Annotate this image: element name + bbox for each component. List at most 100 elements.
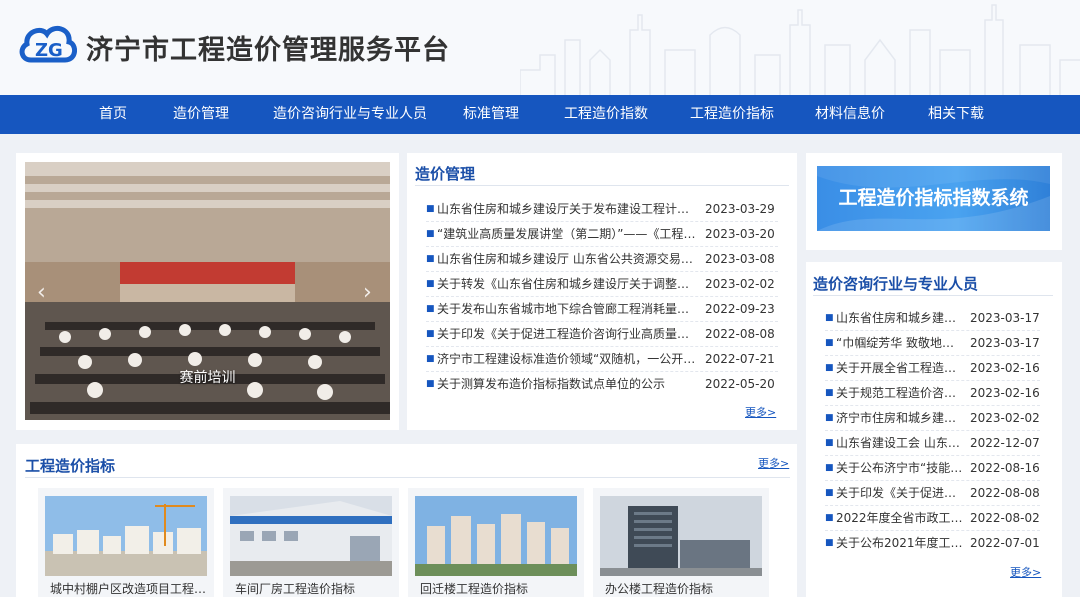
list-item[interactable]: ■ 关于印发《关于促进工... 2022-08-08 — [825, 481, 1040, 506]
bullet-icon: ■ — [825, 413, 834, 423]
divider — [426, 371, 778, 372]
list-item[interactable]: ■ 关于公布济宁市“技能状... 2022-08-16 — [825, 456, 1040, 481]
news-title[interactable]: 济宁市工程建设标准造价领域“双随机，一公开”检... — [437, 347, 699, 372]
list-item[interactable]: ■ 关于发布山东省城市地下综合管廊工程消耗量定额... 2022-09-23 — [426, 297, 778, 322]
list-item[interactable]: ■ 济宁市住房和城乡建设... 2023-02-02 — [825, 406, 1040, 431]
list-item[interactable]: ■ 关于转发《山东省住房和城乡建设厅关于调整建设... 2023-02-02 — [426, 272, 778, 297]
consulting-title[interactable]: 造价咨询行业与专业人员 — [813, 273, 978, 294]
news-title[interactable]: 关于规范工程造价咨询... — [836, 381, 964, 406]
divider — [825, 355, 1040, 356]
news-date: 2023-02-16 — [970, 361, 1040, 375]
list-item[interactable]: ■ 关于规范工程造价咨询... 2023-02-16 — [825, 381, 1040, 406]
news-date: 2023-02-02 — [705, 277, 775, 291]
list-item[interactable]: ■ 关于公布2021年度工程... 2022-07-01 — [825, 531, 1040, 556]
list-item[interactable]: ■ 关于测算发布造价指标指数试点单位的公示 2022-05-20 — [426, 372, 778, 397]
news-title[interactable]: 关于测算发布造价指标指数试点单位的公示 — [437, 372, 699, 397]
news-title[interactable]: 山东省建设工会 山东省... — [836, 431, 964, 456]
cloud-zg-logo-icon: ZG — [19, 25, 77, 63]
divider — [426, 246, 778, 247]
bullet-icon: ■ — [825, 388, 834, 398]
divider — [825, 330, 1040, 331]
nav-item-cost-management[interactable]: 造价管理 — [173, 95, 229, 134]
cost-indicators-more-link[interactable]: 更多> — [758, 455, 789, 471]
list-item[interactable]: ■ 山东省住房和城乡建设厅 山东省公共资源交易中心... 2023-03-08 — [426, 247, 778, 272]
list-item[interactable]: ■ 2022年度全省市政工程... 2022-08-02 — [825, 506, 1040, 531]
news-title[interactable]: 山东省住房和城乡建设... — [836, 306, 964, 331]
news-date: 2022-08-08 — [970, 486, 1040, 500]
bullet-icon: ■ — [426, 304, 435, 314]
news-date: 2022-09-23 — [705, 302, 775, 316]
divider — [426, 271, 778, 272]
cost-management-title[interactable]: 造价管理 — [415, 163, 475, 184]
nav-item-standards[interactable]: 标准管理 — [463, 95, 519, 134]
site-title: 济宁市工程造价管理服务平台 — [86, 35, 450, 66]
news-title[interactable]: 山东省住房和城乡建设厅关于发布建设工程计价依... — [437, 197, 699, 222]
news-date: 2022-08-16 — [970, 461, 1040, 475]
photo-slider[interactable]: ‹ › 赛前培训 — [25, 162, 390, 420]
divider — [813, 295, 1053, 296]
nav-item-consulting[interactable]: 造价咨询行业与专业人员 — [273, 95, 427, 134]
news-date: 2023-03-29 — [705, 202, 775, 216]
slider-prev-icon[interactable]: ‹ — [37, 280, 46, 305]
news-date: 2022-07-21 — [705, 352, 775, 366]
divider — [426, 321, 778, 322]
card-image — [45, 496, 207, 576]
card-label[interactable]: 办公楼工程造价指标 — [605, 580, 765, 597]
indicator-card-resettlement[interactable]: 回迁楼工程造价指标 — [408, 488, 584, 597]
list-item[interactable]: ■ 关于开展全省工程造价... 2023-02-16 — [825, 356, 1040, 381]
indicator-card-village[interactable]: 城中村棚户区改造项目工程造... — [38, 488, 214, 597]
list-item[interactable]: ■ 山东省住房和城乡建设... 2023-03-17 — [825, 306, 1040, 331]
cost-index-system-banner[interactable]: 工程造价指标指数系统 — [817, 166, 1050, 231]
list-item[interactable]: ■ 山东省建设工会 山东省... 2022-12-07 — [825, 431, 1040, 456]
list-item[interactable]: ■ 关于印发《关于促进工程造价咨询行业高质量发展... 2022-08-08 — [426, 322, 778, 347]
news-title[interactable]: 关于转发《山东省住房和城乡建设厅关于调整建设... — [437, 272, 699, 297]
bullet-icon: ■ — [426, 279, 435, 289]
site-header: ZG 济宁市工程造价管理服务平台 — [0, 0, 1080, 95]
slider-next-icon[interactable]: › — [363, 280, 372, 305]
nav-item-cost-index[interactable]: 工程造价指数 — [564, 95, 648, 134]
news-title[interactable]: “建筑业高质量发展讲堂（第二期）”——《工程造... — [437, 222, 699, 247]
divider — [825, 505, 1040, 506]
news-title[interactable]: 关于开展全省工程造价... — [836, 356, 964, 381]
indicator-card-office[interactable]: 办公楼工程造价指标 — [593, 488, 769, 597]
news-title[interactable]: “巾帼绽芳华 致敬地力量... — [836, 331, 964, 356]
bullet-icon: ■ — [825, 363, 834, 373]
cost-management-more-link[interactable]: 更多> — [745, 404, 776, 420]
news-title[interactable]: 2022年度全省市政工程... — [836, 506, 964, 531]
slider-caption: 赛前培训 — [179, 370, 236, 386]
nav-item-home[interactable]: 首页 — [99, 95, 127, 134]
list-item[interactable]: ■ “巾帼绽芳华 致敬地力量... 2023-03-17 — [825, 331, 1040, 356]
nav-item-cost-indicators[interactable]: 工程造价指标 — [690, 95, 774, 134]
card-image — [415, 496, 577, 576]
news-title[interactable]: 关于公布2021年度工程... — [836, 531, 964, 556]
news-title[interactable]: 关于公布济宁市“技能状... — [836, 456, 964, 481]
news-title[interactable]: 关于印发《关于促进工... — [836, 481, 964, 506]
indicator-card-workshop[interactable]: 车间厂房工程造价指标 — [223, 488, 399, 597]
card-label[interactable]: 回迁楼工程造价指标 — [420, 580, 580, 597]
bullet-icon: ■ — [825, 438, 834, 448]
divider — [415, 185, 789, 186]
divider — [825, 380, 1040, 381]
bullet-icon: ■ — [426, 229, 435, 239]
news-title[interactable]: 山东省住房和城乡建设厅 山东省公共资源交易中心... — [437, 247, 699, 272]
bullet-icon: ■ — [825, 313, 834, 323]
list-item[interactable]: ■ “建筑业高质量发展讲堂（第二期）”——《工程造... 2023-03-20 — [426, 222, 778, 247]
consulting-more-link[interactable]: 更多> — [1010, 564, 1041, 580]
bullet-icon: ■ — [825, 463, 834, 473]
divider — [426, 221, 778, 222]
card-label[interactable]: 城中村棚户区改造项目工程造... — [50, 580, 210, 597]
news-title[interactable]: 关于印发《关于促进工程造价咨询行业高质量发展... — [437, 322, 699, 347]
cost-indicators-title[interactable]: 工程造价指标 — [25, 455, 115, 476]
nav-item-downloads[interactable]: 相关下载 — [928, 95, 984, 134]
news-date: 2022-12-07 — [970, 436, 1040, 450]
list-item[interactable]: ■ 济宁市工程建设标准造价领域“双随机，一公开”检... 2022-07-21 — [426, 347, 778, 372]
nav-item-material-prices[interactable]: 材料信息价 — [815, 95, 885, 134]
list-item[interactable]: ■ 山东省住房和城乡建设厅关于发布建设工程计价依... 2023-03-29 — [426, 197, 778, 222]
news-title[interactable]: 济宁市住房和城乡建设... — [836, 406, 964, 431]
news-date: 2022-07-01 — [970, 536, 1040, 550]
bullet-icon: ■ — [825, 513, 834, 523]
news-title[interactable]: 关于发布山东省城市地下综合管廊工程消耗量定额... — [437, 297, 699, 322]
divider — [426, 296, 778, 297]
card-label[interactable]: 车间厂房工程造价指标 — [235, 580, 395, 597]
city-skyline-decoration — [520, 4, 1080, 95]
